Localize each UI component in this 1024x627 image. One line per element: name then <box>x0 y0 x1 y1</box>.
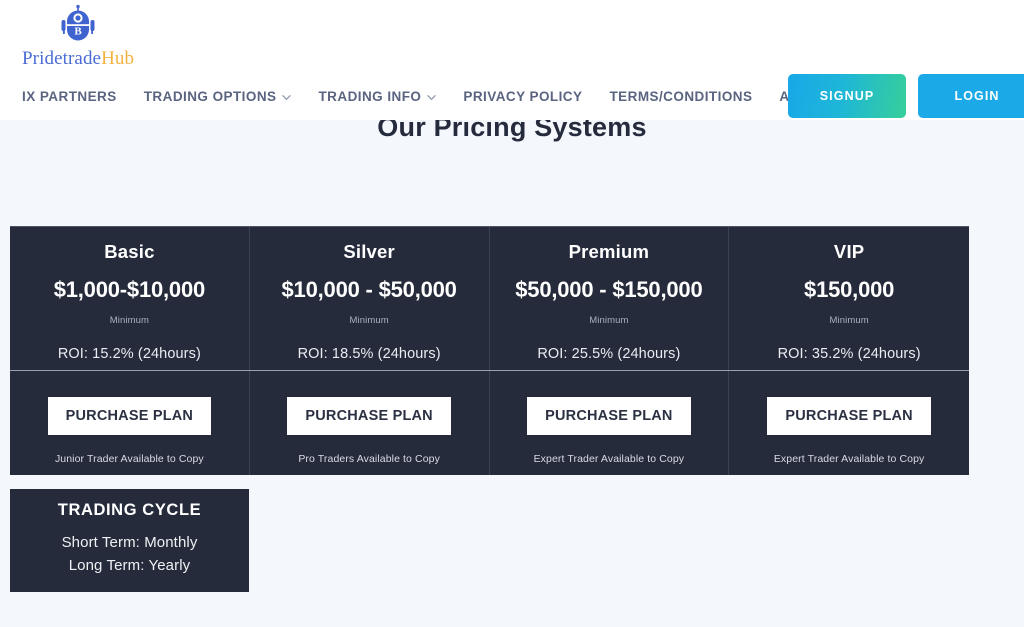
nav-item-trading-info[interactable]: TRADING INFO <box>318 88 437 104</box>
plan-minimum-label: Minimum <box>109 315 149 326</box>
plan-card-basic: Basic $1,000-$10,000 Minimum ROI: 15.2% … <box>10 227 250 370</box>
main-navigation: IX PARTNERS TRADING OPTIONS TRADING INFO… <box>0 72 1024 120</box>
plan-minimum-label: Minimum <box>829 315 869 326</box>
purchase-plan-button-silver[interactable]: PURCHASE PLAN <box>287 397 451 435</box>
svg-text:B: B <box>74 26 82 38</box>
purchase-plan-button-vip[interactable]: PURCHASE PLAN <box>767 397 931 435</box>
nav-item-terms-conditions[interactable]: TERMS/CONDITIONS <box>609 89 752 104</box>
trading-cycle-long-term: Long Term: Yearly <box>68 557 191 574</box>
trading-cycle-short-term: Short Term: Monthly <box>61 534 198 551</box>
plan-trader-note: Expert Trader Available to Copy <box>533 453 685 465</box>
plan-minimum-label: Minimum <box>349 315 389 326</box>
plan-minimum-label: Minimum <box>589 315 629 326</box>
brand-logo[interactable]: B PridetradeHub <box>22 4 134 68</box>
nav-actions: SIGNUP LOGIN <box>788 72 1024 120</box>
plan-trader-note: Pro Traders Available to Copy <box>298 453 440 465</box>
plan-card-premium: Premium $50,000 - $150,000 Minimum ROI: … <box>490 227 730 370</box>
trading-cycle-title: TRADING CYCLE <box>57 501 202 519</box>
plan-name: Basic <box>104 241 155 262</box>
plan-roi: ROI: 15.2% (24hours) <box>57 346 201 362</box>
purchase-plan-button-basic[interactable]: PURCHASE PLAN <box>47 397 212 435</box>
plan-price: $1,000-$10,000 <box>53 277 206 302</box>
plan-trader-note: Junior Trader Available to Copy <box>54 453 204 465</box>
purchase-plan-button-premium[interactable]: PURCHASE PLAN <box>527 397 691 435</box>
login-button[interactable]: LOGIN <box>918 74 1024 118</box>
plan-roi: ROI: 35.2% (24hours) <box>777 346 921 362</box>
brand-wordmark: PridetradeHub <box>22 49 134 68</box>
plan-roi: ROI: 25.5% (24hours) <box>537 346 681 362</box>
nav-label: TRADING INFO <box>318 88 422 104</box>
nav-item-trading-options[interactable]: TRADING OPTIONS <box>144 89 292 104</box>
plan-price: $150,000 <box>804 277 895 302</box>
robot-bitcoin-icon: B <box>56 4 100 49</box>
plan-name: Silver <box>343 241 395 262</box>
plan-action-row: PURCHASE PLAN Junior Trader Available to… <box>10 371 969 475</box>
nav-item-privacy-policy[interactable]: PRIVACY POLICY <box>463 89 582 104</box>
plan-price: $50,000 - $150,000 <box>515 277 703 302</box>
plan-trader-note: Expert Trader Available to Copy <box>773 453 925 465</box>
plan-name: VIP <box>833 241 865 262</box>
plan-action-silver: PURCHASE PLAN Pro Traders Available to C… <box>250 371 490 475</box>
plan-card-silver: Silver $10,000 - $50,000 Minimum ROI: 18… <box>250 227 490 370</box>
plan-name: Premium <box>568 241 650 262</box>
plan-card-vip: VIP $150,000 Minimum ROI: 35.2% (24hours… <box>729 227 969 370</box>
nav-label: TERMS/CONDITIONS <box>609 88 753 104</box>
plan-price: $10,000 - $50,000 <box>281 277 457 302</box>
logo-row: B PridetradeHub <box>0 0 1024 72</box>
chevron-down-icon <box>427 93 437 102</box>
nav-label: PRIVACY POLICY <box>463 88 583 104</box>
plan-header-row: Basic $1,000-$10,000 Minimum ROI: 15.2% … <box>10 226 969 370</box>
trading-cycle-card: TRADING CYCLE Short Term: Monthly Long T… <box>10 489 249 592</box>
plan-action-basic: PURCHASE PLAN Junior Trader Available to… <box>10 371 250 475</box>
pricing-table: Basic $1,000-$10,000 Minimum ROI: 15.2% … <box>10 226 969 475</box>
nav-item-ix-partners[interactable]: IX PARTNERS <box>22 89 117 104</box>
plan-action-premium: PURCHASE PLAN Expert Trader Available to… <box>490 371 730 475</box>
site-header: B PridetradeHub IX PARTNERS TRADING OPTI… <box>0 0 1024 120</box>
plan-action-vip: PURCHASE PLAN Expert Trader Available to… <box>729 371 969 475</box>
signup-button[interactable]: SIGNUP <box>788 74 906 118</box>
brand-name-accent: Hub <box>101 48 135 69</box>
nav-label: IX PARTNERS <box>22 88 117 104</box>
nav-label: TRADING OPTIONS <box>143 88 277 104</box>
chevron-down-icon <box>282 93 292 102</box>
plan-roi: ROI: 18.5% (24hours) <box>297 346 441 362</box>
brand-name-primary: Pridetrade <box>22 48 102 69</box>
